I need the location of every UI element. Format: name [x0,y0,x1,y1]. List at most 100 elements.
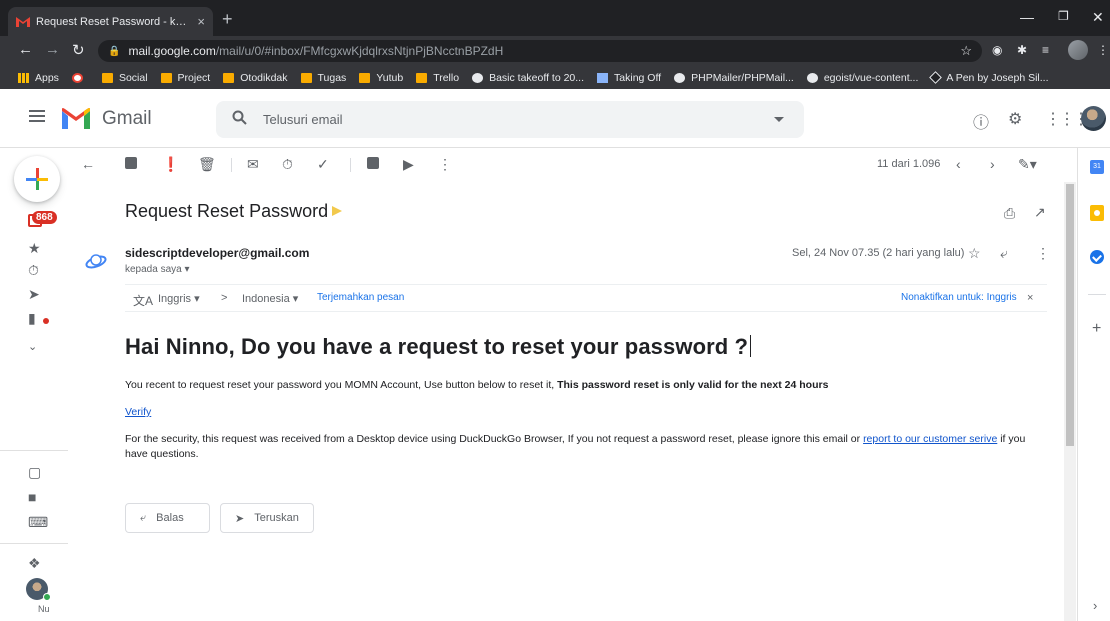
compose-button[interactable] [14,156,60,202]
report-spam-icon[interactable]: ❗ [162,157,179,171]
new-tab-button[interactable]: + [222,10,233,28]
sender-email[interactable]: sidescriptdeveloper@gmail.com [125,246,309,260]
verify-link[interactable]: Verify [125,406,151,418]
search-bar[interactable]: Telusuri email [216,101,804,138]
google-icon [71,72,83,83]
bookmark-yutub[interactable]: Yutub [359,72,403,84]
bookmark-apps[interactable]: Apps [18,72,59,84]
bookmarks-bar: Apps Social Project Otodikdak Tugas Yutu… [0,66,1110,89]
disable-translation-link[interactable]: Nonaktifkan untuk: Inggris [901,292,1017,303]
drafts-icon[interactable]: ▮ [28,310,36,327]
input-tools-pen-icon[interactable]: ✎▾ [1018,157,1037,171]
forward-icon[interactable]: → [45,41,60,58]
bookmark-trello[interactable]: Trello [416,72,459,84]
camera-extension-icon[interactable]: ◉ [992,43,1002,57]
new-meeting-video-icon[interactable]: ▢ [28,464,41,481]
bookmark-social[interactable]: Social [101,72,148,84]
reply-button[interactable]: ⤶ Balas [125,503,210,533]
report-customer-service-link[interactable]: report to our customer serive [863,433,997,445]
show-side-panel-chevron-icon[interactable]: › [1093,598,1097,613]
open-new-window-icon[interactable]: ↗ [1034,204,1046,221]
gmail-logo-icon[interactable] [62,108,90,129]
account-avatar[interactable] [1081,106,1106,131]
mark-unread-icon[interactable]: ✉ [247,157,259,171]
url-host: mail.google.com [128,44,216,58]
keep-icon[interactable] [1090,205,1104,221]
extensions-puzzle-icon[interactable]: ✱ [1017,43,1027,57]
target-language-select[interactable]: Indonesia ▾ [242,292,298,305]
scrollbar-thumb[interactable] [1066,184,1074,446]
restore-icon[interactable]: ❐ [1058,9,1069,23]
main-menu-icon[interactable] [29,110,45,122]
gmail-favicon-icon [16,17,30,27]
forward-button[interactable]: ➤ Teruskan [220,503,314,533]
join-meeting-video-icon[interactable]: ■ [28,489,36,505]
snoozed-clock-icon[interactable]: ⏱ [28,262,39,279]
label-icon[interactable]: ▶ [403,157,414,171]
document-icon [597,72,609,83]
validity-notice: This password reset is only valid for th… [557,379,829,391]
search-input[interactable]: Telusuri email [263,112,342,127]
bookmark-phpmailer[interactable]: PHPMailer/PHPMail... [674,72,794,84]
bookmark-codepen[interactable]: A Pen by Joseph Sil... [929,71,1049,84]
snooze-icon[interactable]: ⏱ [282,157,293,171]
newer-chevron-left-icon[interactable]: ‹ [956,157,961,171]
github-icon [806,72,818,83]
bookmark-tugas[interactable]: Tugas [300,72,346,84]
lock-icon: 🔒 [108,45,121,57]
back-to-inbox-icon[interactable]: ← [81,157,95,171]
tab-close-icon[interactable]: × [197,14,205,29]
source-language-select[interactable]: Inggris ▾ [158,292,200,305]
more-options-icon[interactable]: ⋮ [438,157,452,171]
apps-grid-icon [18,72,29,83]
online-status-dot [43,593,51,601]
star-message-icon[interactable]: ☆ [968,245,981,262]
sent-icon[interactable]: ➤ [28,286,40,303]
older-chevron-right-icon[interactable]: › [990,157,995,171]
reading-list-icon[interactable]: ≡ [1042,43,1049,57]
close-translation-icon[interactable]: × [1027,292,1033,304]
bookmark-egoist[interactable]: egoist/vue-content... [806,72,918,84]
drafts-indicator-dot [43,318,49,324]
search-icon[interactable] [232,110,247,125]
profile-avatar-icon[interactable] [1068,40,1088,60]
tasks-icon[interactable] [1090,250,1104,264]
keyboard-icon[interactable]: ⌨ [28,514,48,531]
bookmark-project[interactable]: Project [160,72,210,84]
starred-icon[interactable]: ★ [28,240,41,257]
bookmark-otodikdak[interactable]: Otodikdak [223,72,288,84]
tab-title: Request Reset Password - khusnu [36,15,192,28]
settings-gear-icon[interactable]: ⚙ [1008,109,1022,129]
delete-trash-icon[interactable]: 🗑 [198,157,216,171]
folder-icon [160,72,172,83]
archive-icon[interactable] [125,157,137,171]
get-addons-plus-icon[interactable]: + [1092,320,1101,338]
bookmark-google[interactable] [71,72,89,83]
bookmark-basic-takeoff[interactable]: Basic takeoff to 20... [472,72,584,84]
browser-tab[interactable]: Request Reset Password - khusnu × [8,7,213,36]
hangouts-icon[interactable]: ❖ [28,555,41,572]
add-to-tasks-icon[interactable]: ✓ [317,157,329,171]
reply-arrow-icon[interactable]: ⤶ [1000,245,1008,262]
back-icon[interactable]: ← [18,41,33,58]
bookmark-star-icon[interactable]: ☆ [960,43,972,59]
message-date: Sel, 24 Nov 07.35 (2 hari yang lalu) [792,247,965,259]
help-icon[interactable]: ⓘ [973,109,989,133]
translate-message-link[interactable]: Terjemahkan pesan [317,292,404,303]
chrome-menu-icon[interactable]: ⋮ [1097,43,1109,57]
move-to-icon[interactable] [367,157,379,171]
toolbar-divider [231,158,232,172]
minimize-icon[interactable]: — [1020,9,1034,25]
address-bar[interactable]: 🔒 mail.google.com /mail/u/0/#inbox/FMfcg… [98,40,982,62]
print-icon[interactable]: ⎙ [1004,205,1015,222]
close-window-icon[interactable]: ✕ [1092,9,1104,26]
message-more-options-icon[interactable]: ⋮ [1036,245,1050,262]
more-chevron-down-icon[interactable]: ⌄ [28,340,37,353]
search-options-dropdown-icon[interactable] [774,117,784,122]
recipient-details-toggle[interactable]: kepada saya ▾ [125,264,190,275]
codepen-icon [929,71,943,84]
reload-icon[interactable]: ↻ [72,41,85,59]
important-marker-icon[interactable] [332,206,342,216]
calendar-icon[interactable]: 31 [1090,160,1104,174]
bookmark-taking-off[interactable]: Taking Off [597,72,661,84]
